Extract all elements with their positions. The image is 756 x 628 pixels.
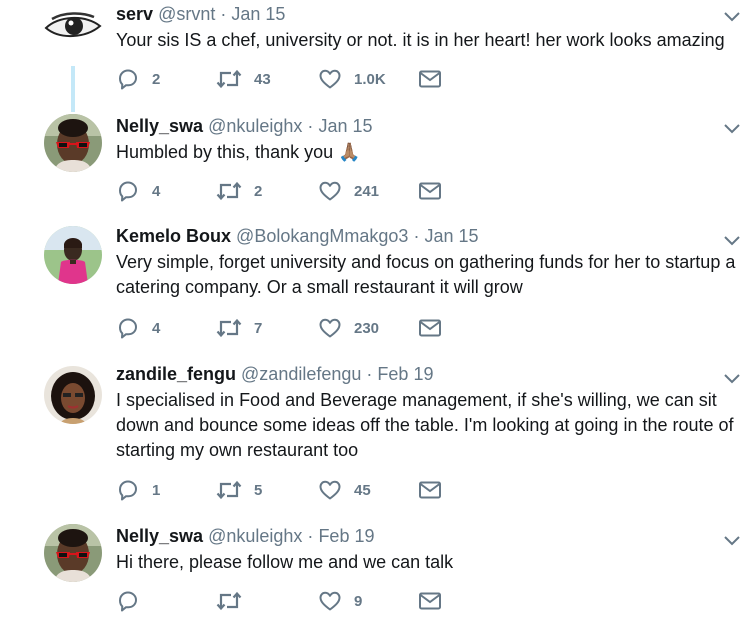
dm-icon	[418, 179, 442, 203]
retweet-button[interactable]: 7	[216, 316, 262, 340]
chevron-down-icon[interactable]	[722, 368, 742, 388]
like-button[interactable]: 45	[318, 478, 371, 502]
tweet[interactable]: serv @srvnt · Jan 15 Your sis IS a chef,…	[0, 0, 756, 112]
tweet-header: Nelly_swa @nkuleighx · Feb 19	[116, 526, 374, 547]
like-icon	[318, 589, 342, 613]
tweet[interactable]: Nelly_swa @nkuleighx · Jan 15 Humbled by…	[0, 112, 756, 222]
reply-button[interactable]: 4	[116, 316, 160, 340]
tweet-text: Hi there, please follow me and we can ta…	[116, 552, 454, 572]
user-handle[interactable]: @nkuleighx	[208, 116, 302, 136]
avatar[interactable]	[44, 114, 102, 172]
chevron-down-icon[interactable]	[722, 230, 742, 250]
reply-icon	[116, 67, 140, 91]
separator: ·	[307, 116, 314, 136]
avatar[interactable]	[44, 226, 102, 284]
reply-count: 4	[152, 319, 161, 337]
retweet-icon	[216, 478, 242, 502]
retweet-icon	[216, 67, 242, 91]
avatar[interactable]	[44, 4, 102, 48]
chevron-down-icon[interactable]	[722, 6, 742, 26]
like-icon	[318, 67, 342, 91]
retweet-button[interactable]: 2	[216, 179, 262, 203]
reply-count: 4	[152, 182, 161, 200]
retweet-count: 2	[254, 182, 263, 200]
reply-button[interactable]: 1	[116, 478, 160, 502]
user-handle[interactable]: @nkuleighx	[208, 526, 302, 546]
thread-line	[71, 66, 75, 112]
user-handle[interactable]: @BolokangMmakgo3	[236, 226, 408, 246]
tweet-header: serv @srvnt · Jan 15	[116, 4, 285, 25]
display-name[interactable]: Kemelo Boux	[116, 226, 231, 246]
display-name[interactable]: serv	[116, 4, 153, 24]
separator: ·	[413, 226, 420, 246]
tweet-date[interactable]: Jan 15	[318, 116, 372, 136]
like-count: 45	[354, 481, 371, 499]
like-count: 1.0K	[354, 70, 386, 88]
tweet-date[interactable]: Feb 19	[318, 526, 374, 546]
like-icon	[318, 316, 342, 340]
reply-button[interactable]: 4	[116, 179, 160, 203]
direct-message-button[interactable]	[418, 67, 442, 91]
separator: ·	[220, 4, 227, 24]
tweet-text: I specialised in Food and Beverage manag…	[116, 390, 734, 460]
direct-message-button[interactable]	[418, 478, 442, 502]
like-count: 241	[354, 182, 380, 200]
avatar[interactable]	[44, 524, 102, 582]
like-button[interactable]: 9	[318, 589, 362, 613]
like-icon	[318, 478, 342, 502]
dm-icon	[418, 67, 442, 91]
reply-button[interactable]: 2	[116, 67, 160, 91]
dm-icon	[418, 316, 442, 340]
retweet-button[interactable]: 5	[216, 478, 262, 502]
like-count: 9	[354, 592, 363, 610]
reply-icon	[116, 478, 140, 502]
tweet-header: Kemelo Boux @BolokangMmakgo3 · Jan 15	[116, 226, 479, 247]
tweet[interactable]: zandile_fengu @zandilefengu · Feb 19 I s…	[0, 360, 756, 520]
display-name[interactable]: Nelly_swa	[116, 526, 203, 546]
dm-icon	[418, 589, 442, 613]
tweet[interactable]: Kemelo Boux @BolokangMmakgo3 · Jan 15 Ve…	[0, 222, 756, 362]
direct-message-button[interactable]	[418, 589, 442, 613]
tweet-date[interactable]: Jan 15	[231, 4, 285, 24]
like-count: 230	[354, 319, 380, 337]
reply-button[interactable]	[116, 589, 152, 613]
tweet-text: Your sis IS a chef, university or not. i…	[116, 30, 725, 50]
separator: ·	[307, 526, 314, 546]
tweet-header: zandile_fengu @zandilefengu · Feb 19	[116, 364, 433, 385]
dm-icon	[418, 478, 442, 502]
like-icon	[318, 179, 342, 203]
direct-message-button[interactable]	[418, 316, 442, 340]
reply-count: 1	[152, 481, 161, 499]
chevron-down-icon[interactable]	[722, 118, 742, 138]
retweet-icon	[216, 589, 242, 613]
like-button[interactable]: 241	[318, 179, 379, 203]
separator: ·	[366, 364, 373, 384]
avatar[interactable]	[44, 366, 102, 424]
retweet-button[interactable]: 43	[216, 67, 271, 91]
tweet-date[interactable]: Feb 19	[377, 364, 433, 384]
retweet-button[interactable]	[216, 589, 254, 613]
retweet-count: 7	[254, 319, 263, 337]
tweet-header: Nelly_swa @nkuleighx · Jan 15	[116, 116, 372, 137]
user-handle[interactable]: @zandilefengu	[241, 364, 361, 384]
reply-count: 2	[152, 70, 161, 88]
reply-icon	[116, 179, 140, 203]
chevron-down-icon[interactable]	[722, 530, 742, 550]
user-handle[interactable]: @srvnt	[158, 4, 215, 24]
reply-icon	[116, 589, 140, 613]
retweet-count: 43	[254, 70, 271, 88]
display-name[interactable]: Nelly_swa	[116, 116, 203, 136]
reply-icon	[116, 316, 140, 340]
like-button[interactable]: 230	[318, 316, 379, 340]
tweet[interactable]: Nelly_swa @nkuleighx · Feb 19 Hi there, …	[0, 522, 756, 628]
retweet-count: 5	[254, 481, 263, 499]
display-name[interactable]: zandile_fengu	[116, 364, 236, 384]
like-button[interactable]: 1.0K	[318, 67, 386, 91]
direct-message-button[interactable]	[418, 179, 442, 203]
retweet-icon	[216, 179, 242, 203]
tweet-text: Humbled by this, thank you 🙏🏽	[116, 142, 361, 162]
retweet-icon	[216, 316, 242, 340]
tweet-text: Very simple, forget university and focus…	[116, 252, 736, 297]
tweet-date[interactable]: Jan 15	[424, 226, 478, 246]
